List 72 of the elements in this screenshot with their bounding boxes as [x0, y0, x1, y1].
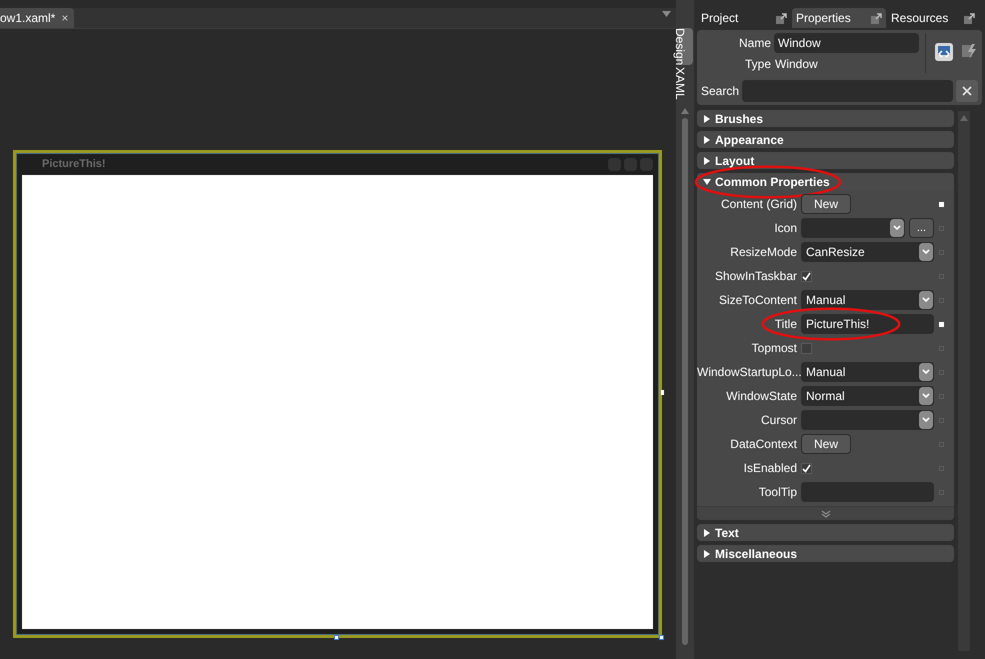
- property-label: DataContext: [729, 436, 798, 453]
- tab-title: ow1.xaml*: [0, 10, 56, 27]
- dropdown-arrow-icon[interactable]: [919, 387, 933, 405]
- category-header[interactable]: Brushes: [697, 110, 954, 127]
- property-label: Icon: [773, 220, 798, 237]
- pop-out-icon[interactable]: [871, 12, 882, 24]
- name-label: Name: [738, 35, 771, 52]
- expander-icon[interactable]: [703, 156, 711, 164]
- property-label: SizeToContent: [718, 292, 798, 309]
- checkbox[interactable]: [801, 462, 812, 474]
- dropdown-field[interactable]: CanResize: [801, 242, 934, 262]
- property-label: WindowState: [725, 388, 798, 405]
- expander-icon[interactable]: [703, 528, 711, 536]
- category-header[interactable]: Common Properties: [697, 173, 954, 190]
- text-field[interactable]: [801, 482, 934, 502]
- expander-icon[interactable]: [703, 114, 711, 122]
- dropdown-arrow-icon[interactable]: [919, 243, 933, 261]
- property-label: ShowInTaskbar: [714, 268, 798, 285]
- scrollbar[interactable]: [680, 108, 690, 645]
- property-label: Topmost: [750, 340, 798, 357]
- ellipsis-button[interactable]: ...: [909, 218, 934, 238]
- property-marker-icon[interactable]: [939, 322, 944, 326]
- text-field[interactable]: PictureThis!: [801, 314, 934, 334]
- property-label: Content (Grid): [720, 196, 798, 213]
- dropdown-field[interactable]: [801, 218, 905, 238]
- dropdown-field[interactable]: Normal: [801, 386, 934, 406]
- expander-icon[interactable]: [703, 550, 711, 558]
- expander-icon[interactable]: [703, 178, 711, 186]
- name-field[interactable]: Window: [774, 33, 919, 53]
- clear-icon[interactable]: [956, 80, 978, 102]
- property-label: Cursor: [760, 412, 798, 429]
- document-tab[interactable]: ow1.xaml* ×: [0, 8, 74, 28]
- expander-icon[interactable]: [703, 136, 711, 144]
- checkbox[interactable]: [801, 342, 812, 354]
- resize-handle[interactable]: [334, 635, 339, 640]
- category-header[interactable]: Text: [697, 524, 954, 541]
- property-label: ResizeMode: [729, 244, 798, 261]
- type-value: Window: [774, 56, 819, 73]
- category-header[interactable]: Miscellaneous: [697, 545, 954, 562]
- dropdown-field[interactable]: Manual: [801, 290, 934, 310]
- window-title: PictureThis!: [42, 157, 106, 172]
- search-field[interactable]: [742, 80, 953, 102]
- resize-handle[interactable]: [661, 390, 664, 395]
- resize-handle[interactable]: [659, 635, 664, 640]
- lightning-icon[interactable]: [960, 42, 978, 60]
- property-label: ToolTip: [758, 484, 798, 501]
- category-header[interactable]: Appearance: [697, 131, 954, 148]
- close-icon[interactable]: ×: [61, 9, 68, 27]
- type-label: Type: [744, 56, 771, 73]
- property-label: Title: [774, 316, 798, 333]
- dropdown-field[interactable]: [801, 410, 934, 430]
- checkbox[interactable]: [801, 270, 812, 282]
- dropdown-arrow-icon[interactable]: [890, 219, 904, 237]
- pop-out-icon[interactable]: [964, 12, 975, 24]
- property-label: IsEnabled: [742, 460, 798, 477]
- dropdown-field[interactable]: Manual: [801, 362, 934, 382]
- new-button[interactable]: New: [801, 194, 851, 214]
- expand-more-icon[interactable]: [820, 510, 830, 518]
- dropdown-icon[interactable]: [662, 10, 672, 18]
- new-button[interactable]: New: [801, 434, 851, 454]
- property-marker-icon[interactable]: [939, 202, 944, 206]
- category-header[interactable]: Layout: [697, 152, 954, 169]
- dropdown-arrow-icon[interactable]: [919, 291, 933, 309]
- scroll-up-icon[interactable]: [681, 108, 690, 114]
- property-label: WindowStartupLo...: [697, 364, 801, 381]
- dropdown-arrow-icon[interactable]: [919, 363, 933, 381]
- scrollbar[interactable]: [958, 111, 970, 651]
- properties-view-icon[interactable]: [934, 42, 954, 62]
- search-label: Search: [701, 83, 740, 100]
- dropdown-arrow-icon[interactable]: [919, 411, 933, 429]
- pop-out-icon[interactable]: [776, 12, 787, 24]
- panel-tab[interactable]: Properties: [792, 8, 886, 28]
